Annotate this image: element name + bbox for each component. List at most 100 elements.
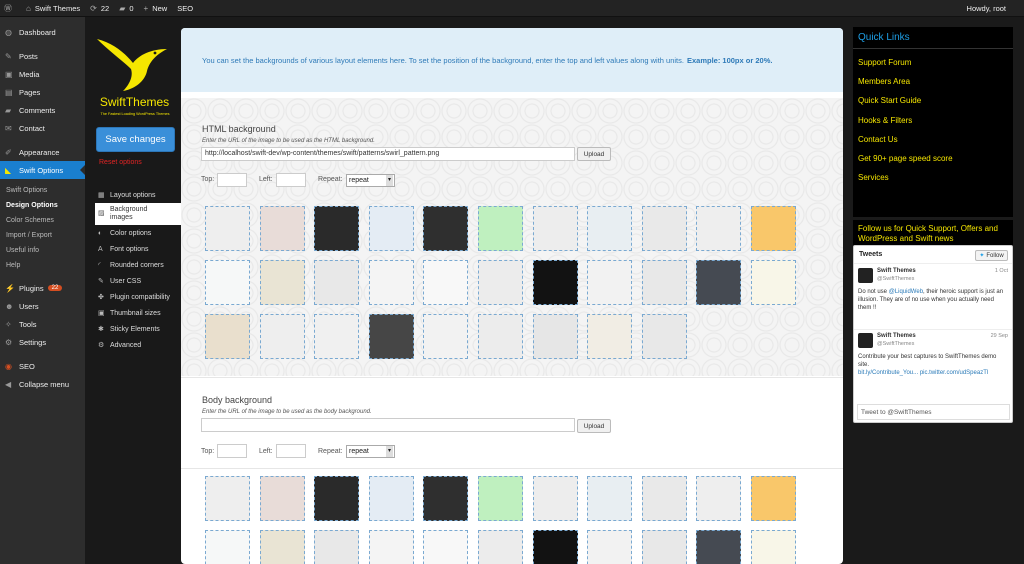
save-changes-button[interactable]: Save changes [96,127,175,152]
menu-users[interactable]: ☻ Users [0,297,85,315]
nav-color-options[interactable]: ◐ Color options [95,225,181,241]
submenu-swift-options[interactable]: Swift Options [0,183,85,198]
submenu-design-options[interactable]: Design Options [0,198,85,213]
pattern-swatch[interactable] [641,260,687,305]
menu-appearance[interactable]: ✐ Appearance [0,143,85,161]
html-upload-button[interactable]: Upload [577,147,611,161]
tweet-to-input[interactable]: Tweet to @SwiftThemes [857,404,1010,420]
body-repeat-select[interactable]: repeat [346,445,395,458]
menu-comments[interactable]: ▰ Comments [0,101,85,119]
menu-settings[interactable]: ⚙ Settings [0,333,85,351]
html-repeat-select[interactable]: repeat [346,174,395,187]
tweet-mention-link[interactable]: @LiquidWeb [889,289,923,295]
submenu-help[interactable]: Help [0,258,85,273]
pattern-swatch[interactable] [423,476,469,521]
body-background-url-input[interactable] [201,418,575,432]
pattern-swatch[interactable] [205,530,250,564]
pattern-swatch[interactable] [368,476,414,521]
pattern-swatch[interactable] [368,314,414,359]
pattern-swatch[interactable] [259,476,305,521]
pattern-swatch[interactable] [587,260,633,305]
menu-seo[interactable]: ◉ SEO [0,357,85,375]
pattern-swatch[interactable] [259,314,305,359]
nav-background-images[interactable]: ▨ Background images [95,203,181,225]
pattern-swatch[interactable] [696,530,742,564]
wordpress-logo-icon[interactable]: Ⓦ [4,3,16,14]
submenu-useful-info[interactable]: Useful info [0,243,85,258]
pattern-swatch[interactable] [259,206,305,251]
pattern-swatch[interactable] [750,260,796,305]
pattern-swatch[interactable] [750,530,796,564]
quick-link-services[interactable]: Services [853,168,1013,187]
pattern-swatch[interactable] [368,260,414,305]
body-left-input[interactable] [276,444,306,458]
quick-link-support-forum[interactable]: Support Forum [853,53,1013,72]
pattern-swatch[interactable] [314,260,360,305]
pattern-swatch[interactable] [587,530,633,564]
pattern-swatch[interactable] [696,260,742,305]
menu-swift-options[interactable]: ◣ Swift Options [0,161,85,179]
body-upload-button[interactable]: Upload [577,419,611,433]
pattern-swatch[interactable] [696,206,742,251]
pattern-swatch[interactable] [314,530,360,564]
pattern-swatch[interactable] [477,314,523,359]
pattern-swatch[interactable] [205,476,250,521]
howdy-user-menu[interactable]: Howdy, root [967,4,1006,13]
pattern-swatch[interactable] [477,206,523,251]
pattern-swatch[interactable] [477,530,523,564]
new-content-link[interactable]: + New [144,4,168,13]
nav-thumbnail-sizes[interactable]: ▣ Thumbnail sizes [95,305,181,321]
submenu-color-schemes[interactable]: Color Schemes [0,213,85,228]
pattern-swatch[interactable] [641,206,687,251]
pattern-swatch[interactable] [587,314,633,359]
menu-posts[interactable]: ✎ Posts [0,47,85,65]
collapse-menu[interactable]: ◀ Collapse menu [0,375,85,393]
tweet-pic-link[interactable]: pic.twitter.com/udSpeazTI [920,370,989,376]
menu-contact[interactable]: ✉ Contact [0,119,85,137]
menu-dashboard[interactable]: ◍ Dashboard [0,23,85,41]
pattern-swatch[interactable] [532,476,578,521]
pattern-swatch[interactable] [314,314,360,359]
nav-rounded-corners[interactable]: ◜ Rounded corners [95,257,181,273]
pattern-swatch[interactable] [587,476,633,521]
pattern-swatch[interactable] [368,530,414,564]
pattern-swatch[interactable] [587,206,633,251]
updates-link[interactable]: ⟳ 22 [90,4,109,13]
quick-link-contact-us[interactable]: Contact Us [853,130,1013,149]
pattern-swatch[interactable] [477,260,523,305]
tweet-link[interactable]: bit.ly/Contribute_You... [858,370,918,376]
pattern-swatch[interactable] [641,530,687,564]
nav-user-css[interactable]: ✎ User CSS [95,273,181,289]
site-name-link[interactable]: ⌂ Swift Themes [26,4,80,13]
html-left-input[interactable] [276,173,306,187]
nav-plugin-compatibility[interactable]: ✤ Plugin compatibility [95,289,181,305]
quick-link-members-area[interactable]: Members Area [853,72,1013,91]
html-top-input[interactable] [217,173,247,187]
pattern-swatch[interactable] [477,476,523,521]
pattern-swatch[interactable] [259,530,305,564]
pattern-swatch[interactable] [423,314,469,359]
nav-font-options[interactable]: A Font options [95,241,181,257]
menu-plugins[interactable]: ⚡ Plugins 22 [0,279,85,297]
quick-link-page-speed[interactable]: Get 90+ page speed score [853,149,1013,168]
twitter-follow-button[interactable]: ✦ Follow [975,250,1008,261]
pattern-swatch[interactable] [641,314,687,359]
pattern-swatch[interactable] [259,260,305,305]
nav-layout-options[interactable]: ▦ Layout options [95,187,181,203]
quick-link-quick-start[interactable]: Quick Start Guide [853,91,1013,110]
menu-tools[interactable]: ✧ Tools [0,315,85,333]
pattern-swatch[interactable] [423,260,469,305]
reset-options-link[interactable]: Reset options [99,159,142,166]
pattern-swatch[interactable] [205,260,250,305]
seo-link[interactable]: SEO [177,4,193,13]
pattern-swatch[interactable] [641,476,687,521]
nav-advanced[interactable]: ⚙ Advanced [95,337,181,353]
menu-media[interactable]: ▣ Media [0,65,85,83]
submenu-import-export[interactable]: Import / Export [0,228,85,243]
pattern-swatch[interactable] [532,206,578,251]
pattern-swatch[interactable] [532,530,578,564]
pattern-swatch[interactable] [205,314,250,359]
pattern-swatch[interactable] [205,206,250,251]
pattern-swatch[interactable] [696,476,742,521]
pattern-swatch[interactable] [368,206,414,251]
